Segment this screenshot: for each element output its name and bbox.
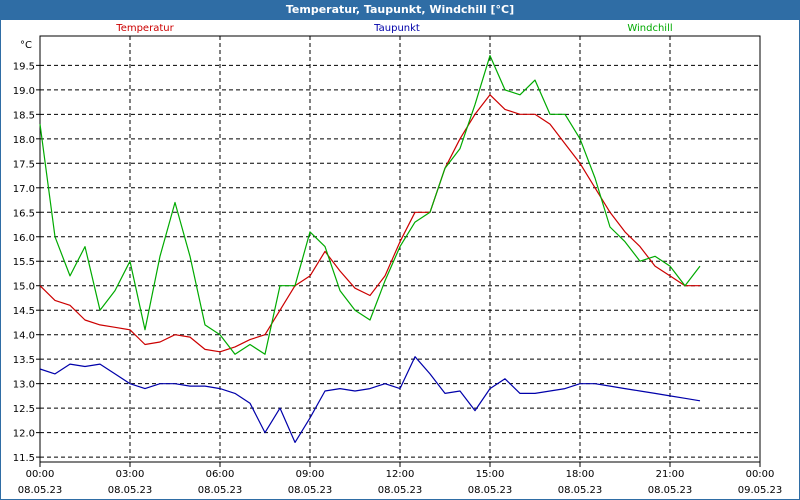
x-tick-time-label: 21:00 (656, 469, 685, 480)
y-tick-label: 17.0 (13, 184, 35, 195)
y-tick-label: 17.5 (13, 159, 35, 170)
x-tick-time-label: 18:00 (566, 469, 595, 480)
legend-item-windchill: Windchill (627, 23, 672, 34)
x-tick-date-label: 09.05.23 (738, 485, 783, 496)
y-tick-label: 11.5 (13, 453, 35, 464)
y-tick-label: 12.5 (13, 404, 35, 415)
x-tick-date-label: 08.05.23 (378, 485, 423, 496)
x-tick-time-label: 00:00 (26, 469, 55, 480)
y-tick-label: 19.5 (13, 61, 35, 72)
y-tick-label: 13.5 (13, 355, 35, 366)
x-tick-time-label: 15:00 (476, 469, 505, 480)
y-tick-label: 14.0 (13, 331, 35, 342)
x-tick-date-label: 08.05.23 (108, 485, 153, 496)
x-tick-date-label: 08.05.23 (198, 485, 243, 496)
y-tick-label: 18.0 (13, 135, 35, 146)
x-tick-date-label: 08.05.23 (18, 485, 63, 496)
x-tick-time-label: 06:00 (206, 469, 235, 480)
y-tick-label: 18.5 (13, 110, 35, 121)
x-tick-time-label: 00:00 (746, 469, 775, 480)
x-tick-time-label: 03:00 (116, 469, 145, 480)
y-tick-label: 16.0 (13, 233, 35, 244)
x-tick-date-label: 08.05.23 (288, 485, 333, 496)
y-axis-unit-label: °C (20, 40, 32, 51)
x-tick-time-label: 12:00 (386, 469, 415, 480)
y-tick-label: 15.0 (13, 282, 35, 293)
x-tick-date-label: 08.05.23 (648, 485, 693, 496)
legend-item-taupunkt: Taupunkt (373, 23, 420, 34)
x-tick-date-label: 08.05.23 (468, 485, 513, 496)
x-tick-time-label: 09:00 (296, 469, 325, 480)
chart-canvas: 11.5 12.0 12.5 13.0 13.5 14.0 14.5 15.0 15.5 16.0… (13, 23, 783, 496)
y-tick-label: 12.0 (13, 429, 35, 440)
legend-item-temperatur: Temperatur (115, 23, 174, 34)
y-tick-label: 19.0 (13, 86, 35, 97)
x-tick-date-label: 08.05.23 (558, 485, 603, 496)
y-tick-label: 14.5 (13, 306, 35, 317)
y-tick-label: 15.5 (13, 257, 35, 268)
y-tick-label: 16.5 (13, 208, 35, 219)
y-tick-label: 13.0 (13, 380, 35, 391)
